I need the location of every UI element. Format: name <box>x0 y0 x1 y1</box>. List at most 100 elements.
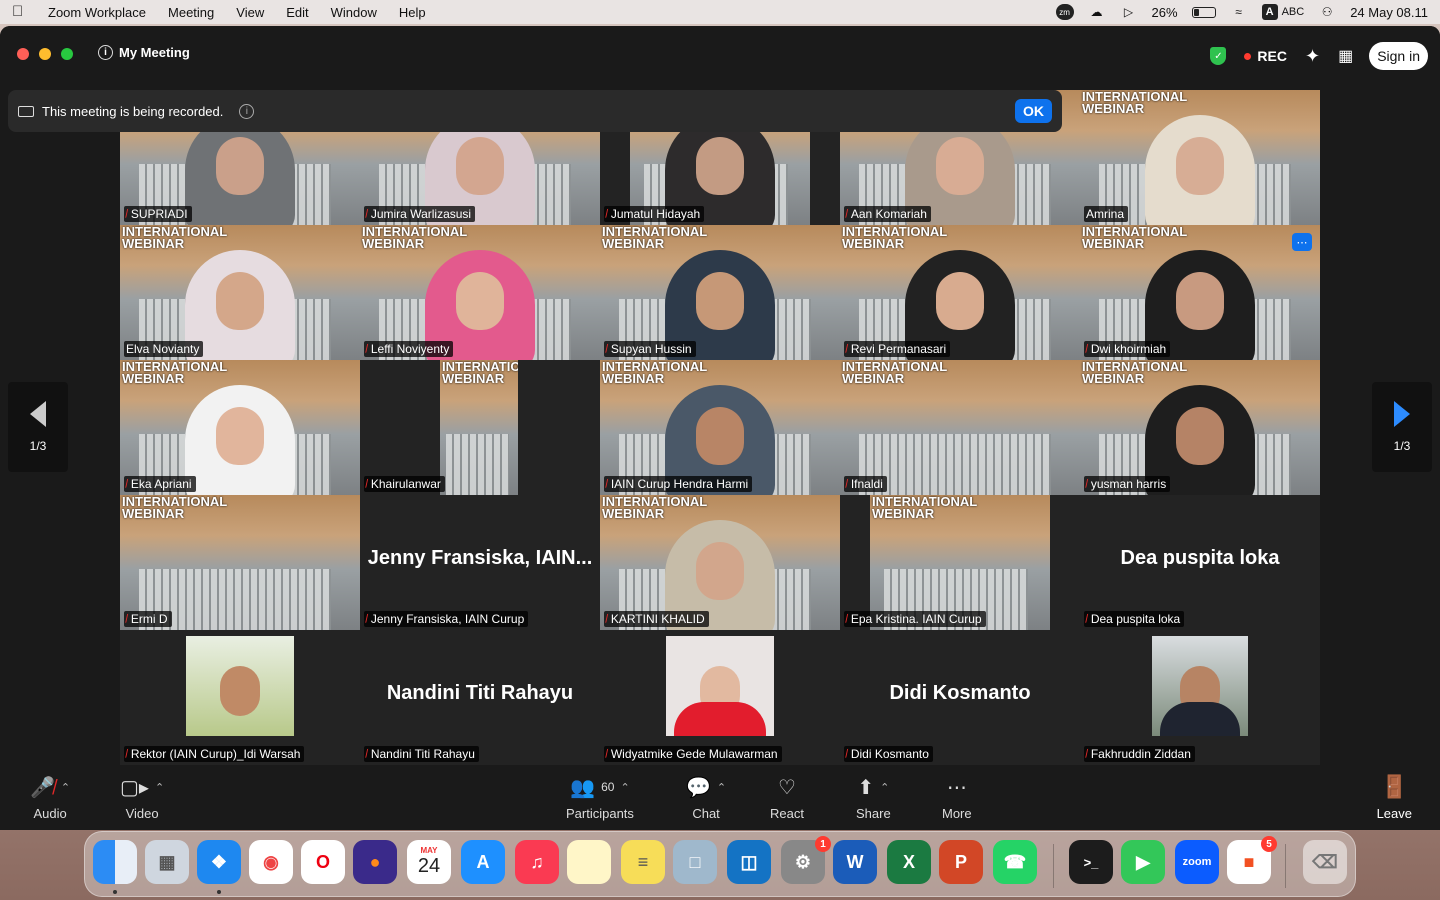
apps-grid-icon[interactable]: ▦ <box>1338 46 1353 66</box>
menu-app-name[interactable]: Zoom Workplace <box>48 5 146 20</box>
participant-tile[interactable]: INTERNATIONAL WEBINAR ⋯ ∕ Dwi khoirmiah <box>1080 225 1320 360</box>
audio-button[interactable]: 🎤̸ ⌃ Audio <box>30 774 70 822</box>
chrome-icon[interactable]: ◉ <box>249 840 293 884</box>
more-button[interactable]: ⋯ More <box>942 774 972 822</box>
participant-tile[interactable]: INTERNATIONAL WEBINAR ∕ Supyan Hussin <box>600 225 840 360</box>
calendar-day: 24 <box>417 855 441 877</box>
excel-icon[interactable]: X <box>887 840 931 884</box>
participant-tile[interactable]: Didi Kosmanto ∕ Didi Kosmanto <box>840 630 1080 765</box>
powerpoint-icon[interactable]: P <box>939 840 983 884</box>
zoom-app-icon[interactable]: zoom <box>1175 840 1219 884</box>
minimize-window-button[interactable] <box>39 48 51 60</box>
safari-icon[interactable]: ❖ <box>197 840 241 894</box>
battery-icon[interactable] <box>1191 6 1216 18</box>
chevron-up-icon[interactable]: ⌃ <box>717 781 726 794</box>
launchpad-icon[interactable]: ▦ <box>145 840 189 884</box>
participant-avatar <box>666 636 774 736</box>
participant-tile[interactable]: INTERNATIONAL WEBINAR ∕ Ifnaldi <box>840 360 1080 495</box>
chevron-up-icon[interactable]: ⌃ <box>880 781 889 794</box>
participant-tile[interactable]: INTERNATIONAL WEBINAR ∕ Eka Apriani <box>120 360 360 495</box>
input-source-label: ABC <box>1281 6 1305 18</box>
recording-indicator[interactable]: REC <box>1244 48 1287 64</box>
share-button[interactable]: ⬆ ⌃ Share <box>856 774 891 822</box>
participant-tile[interactable]: INTERNATIONAL WEBINAR ∕ yusman harris <box>1080 360 1320 495</box>
zoom-window: i My Meeting ✓ REC ✦ ▦ Sign in This meet… <box>0 26 1440 830</box>
participant-tile[interactable]: Dea puspita loka ∕ Dea puspita loka <box>1080 495 1320 630</box>
meeting-info[interactable]: i My Meeting <box>98 45 190 60</box>
menu-help[interactable]: Help <box>399 5 426 20</box>
opera-icon[interactable]: O <box>301 840 345 884</box>
mic-muted-icon: ∕ <box>1084 613 1090 625</box>
app-store-icon[interactable]: A <box>461 840 505 884</box>
menu-window[interactable]: Window <box>331 5 377 20</box>
stickies-icon[interactable]: ≡ <box>621 840 665 884</box>
participant-video: INTERNATIONALWEBINAR <box>120 495 360 630</box>
previous-page-button[interactable]: 1/3 <box>8 382 68 472</box>
trello-icon[interactable]: ◫ <box>727 840 771 884</box>
control-center-icon[interactable]: ⚇ <box>1318 5 1336 19</box>
next-page-button[interactable]: 1/3 <box>1372 382 1432 472</box>
video-label: Video <box>125 806 159 821</box>
participant-tile[interactable]: Jenny Fransiska, IAIN... ∕ Jenny Fransiska… <box>360 495 600 630</box>
calendar-icon[interactable]: MAY 24 <box>407 840 451 884</box>
participant-tile[interactable]: INTERNATIONAL WEBINAR ∕ Revi Permanasari <box>840 225 1080 360</box>
music-icon[interactable]: ♫ <box>515 840 559 884</box>
chevron-up-icon[interactable]: ⌃ <box>620 781 629 794</box>
video-button[interactable]: ▢▸ ⌃ Video <box>120 774 164 822</box>
info-icon[interactable]: i <box>239 103 255 119</box>
participant-tile[interactable]: INTERNATIONAL WEBINAR ∕ Ermi D <box>120 495 360 630</box>
word-icon[interactable]: W <box>833 840 877 884</box>
leave-button[interactable]: 🚪 Leave <box>1377 774 1412 821</box>
apple-icon[interactable]:  <box>12 4 28 20</box>
react-button[interactable]: ♡ React <box>770 774 804 822</box>
menu-view[interactable]: View <box>236 5 264 20</box>
participant-tile[interactable]: INTERNATIONAL WEBINAR ∕ IAIN Curup Hendra H… <box>600 360 840 495</box>
participant-tile[interactable]: INTERNATIONALWEBINAR ∕Khairulanwar <box>360 360 600 495</box>
close-window-button[interactable] <box>17 48 29 60</box>
security-shield-icon[interactable]: ✓ <box>1210 47 1227 65</box>
whatsapp-icon[interactable]: ☎ <box>993 840 1037 884</box>
microsoft-office-icon[interactable]: ■ 5 <box>1227 836 1277 884</box>
menubar-clock[interactable]: 24 May 08.11 <box>1350 5 1428 20</box>
input-source-icon[interactable]: A <box>1261 4 1278 20</box>
wifi-icon[interactable]: ≈ <box>1230 5 1248 19</box>
participant-tile[interactable]: Nandini Titi Rahayu ∕ Nandini Titi Rahayu <box>360 630 600 765</box>
preview-icon[interactable]: □ <box>673 840 717 884</box>
participant-video: INTERNATIONALWEBINAR <box>600 225 840 360</box>
webinar-banner-text: INTERNATIONALWEBINAR <box>1082 360 1188 386</box>
system-settings-icon[interactable]: ⚙ 1 <box>781 836 831 884</box>
play-icon[interactable]: ▷ <box>1120 5 1138 19</box>
ai-companion-icon[interactable]: ✦ <box>1305 46 1320 67</box>
participant-tile[interactable]: INTERNATIONAL WEBINAR ∕ Leffi Noviyenty <box>360 225 600 360</box>
participant-display-name: Nandini Titi Rahayu <box>386 682 574 704</box>
share-screen-icon: ⬆ <box>857 776 875 799</box>
sign-in-button[interactable]: Sign in <box>1369 42 1428 70</box>
participant-tile[interactable]: ∕ Fakhruddin Ziddan <box>1080 630 1320 765</box>
participant-tile[interactable]: INTERNATIONAL WEBINAR ∕ KARTINI KHALID <box>600 495 840 630</box>
participant-name-label: ∕ IAIN Curup Hendra Harmi <box>604 476 753 492</box>
firefox-icon[interactable]: ● <box>353 840 397 884</box>
participant-tile[interactable]: ∕ Widyatmike Gede Mulawarman <box>600 630 840 765</box>
chat-button[interactable]: 💬 ⌃ Chat <box>686 774 726 822</box>
trash-icon[interactable]: ⌫ <box>1303 840 1347 884</box>
leave-door-icon: 🚪 <box>1380 774 1408 799</box>
zoom-window-button[interactable] <box>61 48 73 60</box>
participant-tile[interactable]: ∕ Rektor (IAIN Curup)_Idi Warsah <box>120 630 360 765</box>
zoom-status-icon[interactable]: zm <box>1055 4 1074 20</box>
chevron-up-icon[interactable]: ⌃ <box>155 781 164 794</box>
creative-cloud-icon[interactable]: ☁ <box>1088 5 1106 19</box>
participants-button[interactable]: 👥 60 ⌃ Participants <box>566 774 634 822</box>
webinar-banner-text: INTERNATIONALWEBINAR <box>122 495 228 521</box>
tile-more-options-icon[interactable]: ⋯ <box>1292 233 1312 251</box>
finder-icon[interactable] <box>93 840 137 894</box>
facetime-icon[interactable]: ▶ <box>1121 840 1165 884</box>
ok-button[interactable]: OK <box>1015 99 1052 123</box>
menu-meeting[interactable]: Meeting <box>168 5 214 20</box>
menu-edit[interactable]: Edit <box>286 5 308 20</box>
chevron-up-icon[interactable]: ⌃ <box>61 781 70 794</box>
participant-tile[interactable]: INTERNATIONAL WEBINAR ∕ Epa Kristina. IAIN … <box>840 495 1080 630</box>
notes-icon[interactable] <box>567 840 611 884</box>
terminal-icon[interactable]: >_ <box>1069 840 1113 884</box>
participant-tile[interactable]: INTERNATIONALWEBINAR ∕Amrina <box>1080 90 1320 225</box>
participant-tile[interactable]: INTERNATIONALWEBINAR ∕Elva Novianty <box>120 225 360 360</box>
